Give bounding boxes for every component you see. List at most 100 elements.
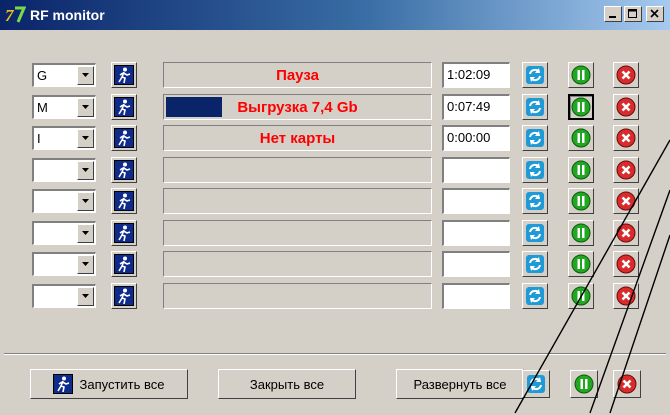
stop-button[interactable] [613, 62, 639, 88]
elapsed-time-field: 0:00:00 [442, 125, 510, 151]
svg-text:7: 7 [5, 6, 15, 25]
monitor-row [0, 249, 670, 279]
status-text [164, 158, 431, 182]
chevron-down-icon[interactable] [77, 98, 94, 117]
stop-button[interactable] [613, 283, 639, 309]
start-button[interactable] [111, 62, 137, 88]
start-all-button[interactable]: Запустить все [30, 369, 188, 399]
chevron-down-icon[interactable] [77, 224, 94, 243]
stop-button[interactable] [613, 157, 639, 183]
pause-button[interactable] [568, 125, 594, 151]
pause-button[interactable] [568, 220, 594, 246]
pause-icon [571, 254, 591, 274]
runner-icon [114, 128, 134, 148]
chevron-down-icon[interactable] [77, 161, 94, 180]
monitor-row [0, 186, 670, 216]
minimize-icon [609, 16, 616, 18]
pause-button[interactable] [568, 251, 594, 277]
start-button[interactable] [111, 188, 137, 214]
refresh-button[interactable] [522, 251, 548, 277]
stop-button[interactable] [613, 220, 639, 246]
refresh-icon [526, 66, 544, 84]
refresh-button[interactable] [522, 188, 548, 214]
stop-icon [616, 160, 636, 180]
refresh-button[interactable] [522, 283, 548, 309]
drive-select[interactable]: M [32, 95, 96, 119]
expand-all-label: Развернуть все [413, 376, 507, 392]
elapsed-time-field [442, 157, 510, 183]
drive-select[interactable] [32, 252, 96, 276]
pause-all-button[interactable] [570, 370, 598, 398]
stop-icon [616, 254, 636, 274]
maximize-icon [628, 9, 637, 18]
status-text: Выгрузка 7,4 Gb [237, 98, 358, 116]
runner-icon [114, 160, 134, 180]
status-panel: Пауза [163, 62, 432, 88]
pause-icon [574, 374, 594, 394]
status-text [164, 252, 431, 276]
elapsed-time-field [442, 283, 510, 309]
stop-button[interactable] [613, 94, 639, 120]
refresh-button[interactable] [522, 125, 548, 151]
refresh-icon [526, 224, 544, 242]
pause-icon [571, 65, 591, 85]
start-all-label: Запустить все [79, 376, 165, 392]
status-text: Нет карты [259, 129, 336, 147]
refresh-button[interactable] [522, 62, 548, 88]
drive-select[interactable] [32, 189, 96, 213]
runner-icon [114, 191, 134, 211]
refresh-button[interactable] [522, 220, 548, 246]
start-button[interactable] [111, 283, 137, 309]
close-all-button[interactable]: Закрыть все [218, 369, 356, 399]
runner-icon [114, 65, 134, 85]
pause-button[interactable] [568, 62, 594, 88]
elapsed-time-field [442, 251, 510, 277]
drive-select[interactable] [32, 221, 96, 245]
start-button[interactable] [111, 94, 137, 120]
pause-button[interactable] [568, 157, 594, 183]
start-button[interactable] [111, 251, 137, 277]
close-window-button[interactable] [646, 6, 664, 22]
app-logo-icon: 7 [4, 4, 26, 26]
chevron-down-icon[interactable] [77, 129, 94, 148]
drive-select[interactable]: I [32, 126, 96, 150]
monitor-row [0, 218, 670, 248]
start-button[interactable] [111, 220, 137, 246]
refresh-icon [526, 192, 544, 210]
minimize-button[interactable] [604, 6, 622, 22]
elapsed-time-field: 0:07:49 [442, 94, 510, 120]
monitor-row [0, 281, 670, 311]
chevron-down-icon[interactable] [77, 66, 94, 85]
pause-button[interactable] [568, 94, 594, 120]
stop-button[interactable] [613, 125, 639, 151]
pause-button[interactable] [568, 188, 594, 214]
status-panel: Нет карты [163, 125, 432, 151]
drive-select[interactable]: G [32, 63, 96, 87]
chevron-down-icon[interactable] [77, 255, 94, 274]
start-button[interactable] [111, 125, 137, 151]
pause-button[interactable] [568, 283, 594, 309]
pause-icon [571, 160, 591, 180]
elapsed-time-field: 1:02:09 [442, 62, 510, 88]
stop-icon [616, 286, 636, 306]
chevron-down-icon[interactable] [77, 192, 94, 211]
status-panel [163, 283, 432, 309]
status-panel [163, 220, 432, 246]
drive-select[interactable] [32, 284, 96, 308]
refresh-button[interactable] [522, 157, 548, 183]
maximize-button[interactable] [624, 6, 642, 22]
refresh-all-button[interactable] [522, 370, 550, 398]
status-text: Пауза [276, 66, 319, 84]
drive-select[interactable] [32, 158, 96, 182]
stop-button[interactable] [613, 188, 639, 214]
refresh-icon [526, 255, 544, 273]
monitor-row [0, 155, 670, 185]
stop-button[interactable] [613, 251, 639, 277]
stop-icon [616, 128, 636, 148]
chevron-down-icon[interactable] [77, 287, 94, 306]
refresh-button[interactable] [522, 94, 548, 120]
expand-all-button[interactable]: Развернуть все [396, 369, 524, 399]
start-button[interactable] [111, 157, 137, 183]
stop-all-button[interactable] [613, 370, 641, 398]
window-title: RF monitor [30, 7, 105, 23]
